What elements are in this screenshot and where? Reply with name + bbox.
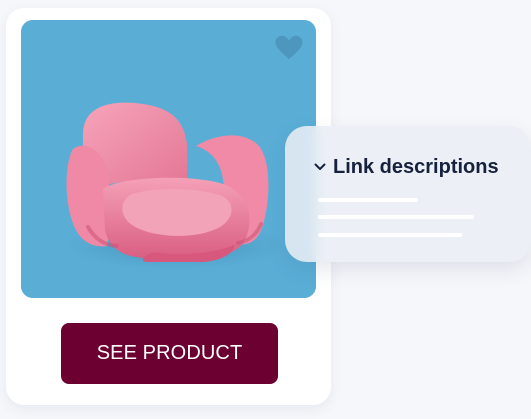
see-product-button[interactable]: SEE PRODUCT — [61, 323, 278, 384]
description-placeholder-line — [318, 233, 462, 237]
heart-icon — [275, 35, 303, 60]
favorite-button[interactable] — [274, 34, 304, 62]
armchair-icon — [21, 20, 316, 298]
description-placeholder-line — [318, 215, 474, 219]
product-card: SEE PRODUCT — [6, 8, 331, 405]
chevron-down-icon — [314, 163, 326, 170]
description-placeholder-line — [318, 198, 418, 202]
product-image — [21, 20, 316, 298]
link-descriptions-title: Link descriptions — [333, 156, 499, 178]
link-descriptions-toggle[interactable]: Link descriptions — [313, 154, 499, 180]
link-descriptions-panel: Link descriptions — [285, 126, 531, 262]
